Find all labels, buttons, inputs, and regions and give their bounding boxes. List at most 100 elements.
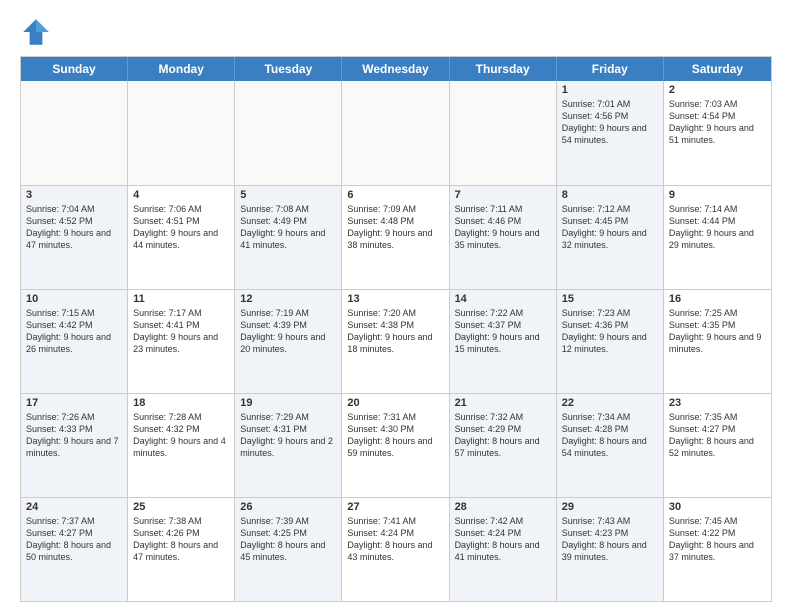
day-number: 30 <box>669 501 766 513</box>
day-info: Sunrise: 7:37 AM Sunset: 4:27 PM Dayligh… <box>26 515 122 564</box>
day-info: Sunrise: 7:26 AM Sunset: 4:33 PM Dayligh… <box>26 411 122 460</box>
day-number: 19 <box>240 397 336 409</box>
calendar-row: 24 Sunrise: 7:37 AM Sunset: 4:27 PM Dayli… <box>21 497 771 601</box>
calendar-cell: 14 Sunrise: 7:22 AM Sunset: 4:37 PM Dayli… <box>450 290 557 393</box>
calendar-cell: 7 Sunrise: 7:11 AM Sunset: 4:46 PM Daylig… <box>450 186 557 289</box>
day-info: Sunrise: 7:41 AM Sunset: 4:24 PM Dayligh… <box>347 515 443 564</box>
day-number: 4 <box>133 189 229 201</box>
calendar-cell: 6 Sunrise: 7:09 AM Sunset: 4:48 PM Daylig… <box>342 186 449 289</box>
day-number: 20 <box>347 397 443 409</box>
day-number: 7 <box>455 189 551 201</box>
calendar-cell <box>21 81 128 185</box>
calendar-cell: 13Sunrise: 7:20 AM Sunset: 4:38 PM Dayli… <box>342 290 449 393</box>
calendar-row: 10 Sunrise: 7:15 AM Sunset: 4:42 PM Dayli… <box>21 289 771 393</box>
calendar-cell: 25 Sunrise: 7:38 AM Sunset: 4:26 PM Dayli… <box>128 498 235 601</box>
calendar-cell: 21 Sunrise: 7:32 AM Sunset: 4:29 PM Dayli… <box>450 394 557 497</box>
day-info: Sunrise: 7:15 AM Sunset: 4:42 PM Dayligh… <box>26 307 122 356</box>
weekday-header: Sunday <box>21 57 128 81</box>
calendar-cell: 1 Sunrise: 7:01 AM Sunset: 4:56 PM Daylig… <box>557 81 664 185</box>
day-number: 17 <box>26 397 122 409</box>
calendar-cell: 2 Sunrise: 7:03 AM Sunset: 4:54 PM Daylig… <box>664 81 771 185</box>
calendar-row: 1 Sunrise: 7:01 AM Sunset: 4:56 PM Daylig… <box>21 81 771 185</box>
day-info: Sunrise: 7:23 AM Sunset: 4:36 PM Dayligh… <box>562 307 658 356</box>
weekday-header: Wednesday <box>342 57 449 81</box>
day-info: Sunrise: 7:06 AM Sunset: 4:51 PM Dayligh… <box>133 203 229 252</box>
calendar-cell: 20Sunrise: 7:31 AM Sunset: 4:30 PM Dayli… <box>342 394 449 497</box>
calendar-row: 17 Sunrise: 7:26 AM Sunset: 4:33 PM Dayli… <box>21 393 771 497</box>
calendar-cell: 16 Sunrise: 7:25 AM Sunset: 4:35 PM Dayli… <box>664 290 771 393</box>
day-info: Sunrise: 7:01 AM Sunset: 4:56 PM Dayligh… <box>562 98 658 147</box>
day-info: Sunrise: 7:12 AM Sunset: 4:45 PM Dayligh… <box>562 203 658 252</box>
day-number: 18 <box>133 397 229 409</box>
day-number: 22 <box>562 397 658 409</box>
day-number: 11 <box>133 293 229 305</box>
calendar-cell: 23 Sunrise: 7:35 AM Sunset: 4:27 PM Dayli… <box>664 394 771 497</box>
day-info: Sunrise: 7:20 AM Sunset: 4:38 PM Dayligh… <box>347 307 443 356</box>
calendar-cell: 8 Sunrise: 7:12 AM Sunset: 4:45 PM Daylig… <box>557 186 664 289</box>
calendar-body: 1 Sunrise: 7:01 AM Sunset: 4:56 PM Daylig… <box>21 81 771 601</box>
day-number: 24 <box>26 501 122 513</box>
calendar-cell: 22 Sunrise: 7:34 AM Sunset: 4:28 PM Dayli… <box>557 394 664 497</box>
day-number: 14 <box>455 293 551 305</box>
day-info: Sunrise: 7:11 AM Sunset: 4:46 PM Dayligh… <box>455 203 551 252</box>
logo-icon <box>20 16 52 48</box>
weekday-header: Monday <box>128 57 235 81</box>
calendar-cell <box>450 81 557 185</box>
day-number: 26 <box>240 501 336 513</box>
calendar-cell: 5Sunrise: 7:08 AM Sunset: 4:49 PM Daylig… <box>235 186 342 289</box>
header <box>20 16 772 48</box>
day-info: Sunrise: 7:03 AM Sunset: 4:54 PM Dayligh… <box>669 98 766 147</box>
day-info: Sunrise: 7:14 AM Sunset: 4:44 PM Dayligh… <box>669 203 766 252</box>
day-number: 27 <box>347 501 443 513</box>
day-number: 21 <box>455 397 551 409</box>
calendar-cell: 12 Sunrise: 7:19 AM Sunset: 4:39 PM Dayli… <box>235 290 342 393</box>
day-info: Sunrise: 7:09 AM Sunset: 4:48 PM Dayligh… <box>347 203 443 252</box>
day-info: Sunrise: 7:22 AM Sunset: 4:37 PM Dayligh… <box>455 307 551 356</box>
calendar-cell: 10 Sunrise: 7:15 AM Sunset: 4:42 PM Dayli… <box>21 290 128 393</box>
day-info: Sunrise: 7:29 AM Sunset: 4:31 PM Dayligh… <box>240 411 336 460</box>
calendar-cell: 24 Sunrise: 7:37 AM Sunset: 4:27 PM Dayli… <box>21 498 128 601</box>
calendar-cell: 18Sunrise: 7:28 AM Sunset: 4:32 PM Dayli… <box>128 394 235 497</box>
day-number: 16 <box>669 293 766 305</box>
calendar-header: SundayMondayTuesdayWednesdayThursdayFrid… <box>21 57 771 81</box>
day-number: 1 <box>562 84 658 96</box>
day-number: 15 <box>562 293 658 305</box>
calendar-row: 3 Sunrise: 7:04 AM Sunset: 4:52 PM Daylig… <box>21 185 771 289</box>
day-info: Sunrise: 7:35 AM Sunset: 4:27 PM Dayligh… <box>669 411 766 460</box>
calendar-cell: 19 Sunrise: 7:29 AM Sunset: 4:31 PM Dayli… <box>235 394 342 497</box>
day-number: 2 <box>669 84 766 96</box>
day-info: Sunrise: 7:17 AM Sunset: 4:41 PM Dayligh… <box>133 307 229 356</box>
day-info: Sunrise: 7:32 AM Sunset: 4:29 PM Dayligh… <box>455 411 551 460</box>
calendar: SundayMondayTuesdayWednesdayThursdayFrid… <box>20 56 772 602</box>
day-number: 23 <box>669 397 766 409</box>
calendar-cell: 4 Sunrise: 7:06 AM Sunset: 4:51 PM Daylig… <box>128 186 235 289</box>
calendar-cell <box>235 81 342 185</box>
day-number: 3 <box>26 189 122 201</box>
day-number: 25 <box>133 501 229 513</box>
calendar-cell <box>128 81 235 185</box>
day-info: Sunrise: 7:43 AM Sunset: 4:23 PM Dayligh… <box>562 515 658 564</box>
calendar-cell: 26 Sunrise: 7:39 AM Sunset: 4:25 PM Dayli… <box>235 498 342 601</box>
day-info: Sunrise: 7:19 AM Sunset: 4:39 PM Dayligh… <box>240 307 336 356</box>
day-number: 12 <box>240 293 336 305</box>
day-number: 6 <box>347 189 443 201</box>
weekday-header: Tuesday <box>235 57 342 81</box>
logo <box>20 16 56 48</box>
weekday-header: Thursday <box>450 57 557 81</box>
day-number: 8 <box>562 189 658 201</box>
day-info: Sunrise: 7:39 AM Sunset: 4:25 PM Dayligh… <box>240 515 336 564</box>
day-info: Sunrise: 7:42 AM Sunset: 4:24 PM Dayligh… <box>455 515 551 564</box>
calendar-cell: 30Sunrise: 7:45 AM Sunset: 4:22 PM Dayli… <box>664 498 771 601</box>
calendar-cell: 27 Sunrise: 7:41 AM Sunset: 4:24 PM Dayli… <box>342 498 449 601</box>
weekday-header: Friday <box>557 57 664 81</box>
day-number: 10 <box>26 293 122 305</box>
day-info: Sunrise: 7:38 AM Sunset: 4:26 PM Dayligh… <box>133 515 229 564</box>
day-number: 28 <box>455 501 551 513</box>
calendar-cell: 11 Sunrise: 7:17 AM Sunset: 4:41 PM Dayli… <box>128 290 235 393</box>
calendar-cell: 28 Sunrise: 7:42 AM Sunset: 4:24 PM Dayli… <box>450 498 557 601</box>
day-info: Sunrise: 7:25 AM Sunset: 4:35 PM Dayligh… <box>669 307 766 356</box>
day-info: Sunrise: 7:04 AM Sunset: 4:52 PM Dayligh… <box>26 203 122 252</box>
calendar-cell: 29Sunrise: 7:43 AM Sunset: 4:23 PM Dayli… <box>557 498 664 601</box>
day-info: Sunrise: 7:34 AM Sunset: 4:28 PM Dayligh… <box>562 411 658 460</box>
calendar-cell: 15 Sunrise: 7:23 AM Sunset: 4:36 PM Dayli… <box>557 290 664 393</box>
